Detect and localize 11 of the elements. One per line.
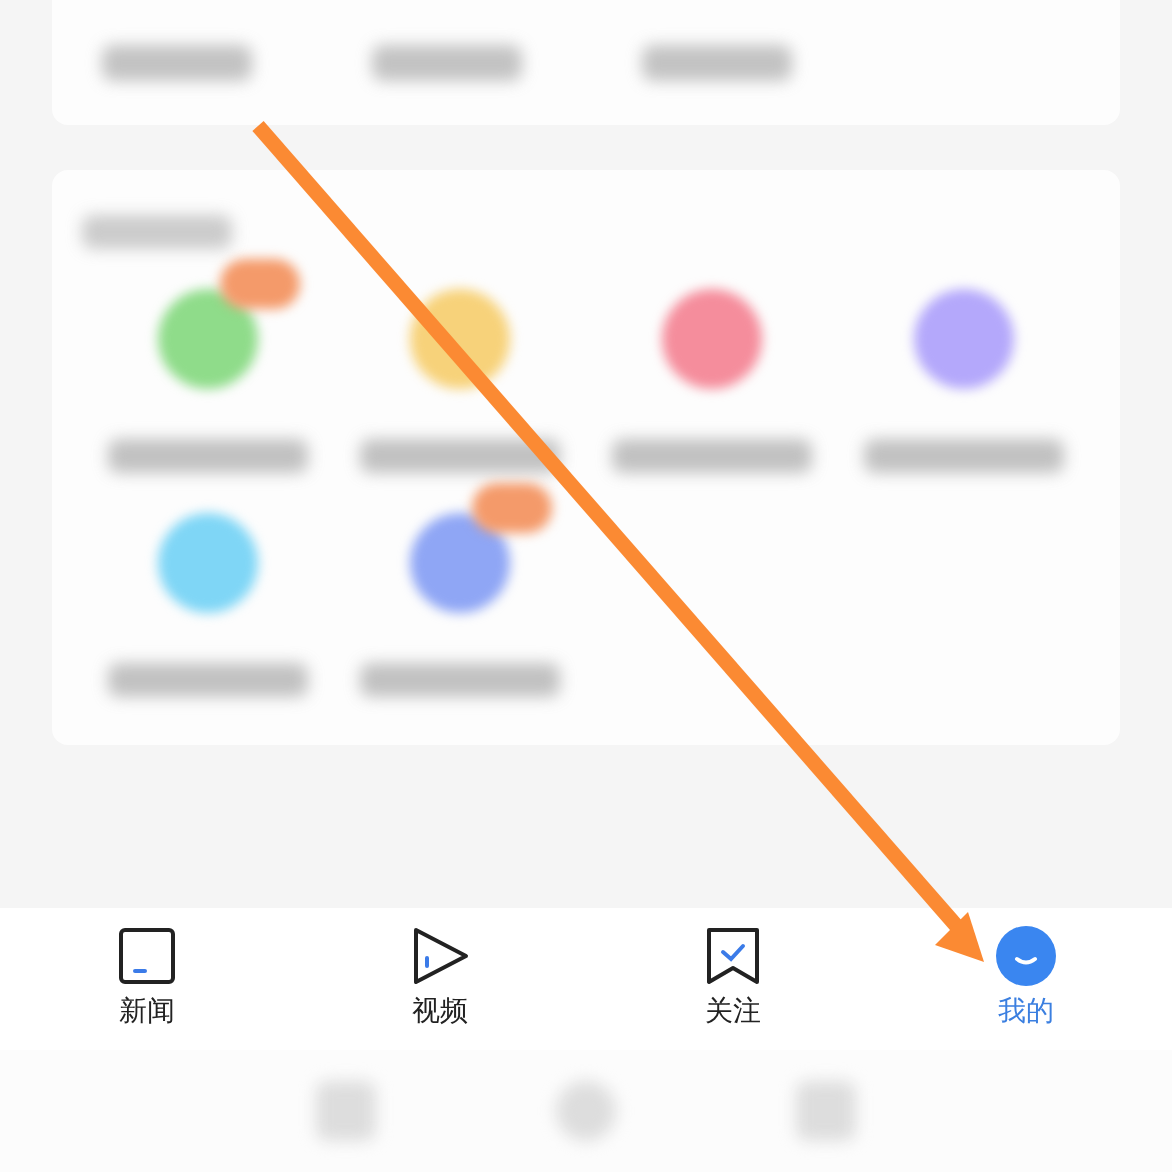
tab[interactable]: 我的 [879,908,1172,1050]
smiley-icon [995,926,1056,986]
document-icon [116,926,177,986]
tab[interactable]: 视频 [293,908,586,1050]
app-icon[interactable] [662,289,762,389]
tab[interactable]: 关注 [586,908,879,1050]
app-icon[interactable] [410,513,510,613]
app-icon[interactable] [158,513,258,613]
app-icon[interactable] [914,289,1014,389]
app-icon[interactable] [158,289,258,389]
tab[interactable]: 新闻 [0,908,293,1050]
